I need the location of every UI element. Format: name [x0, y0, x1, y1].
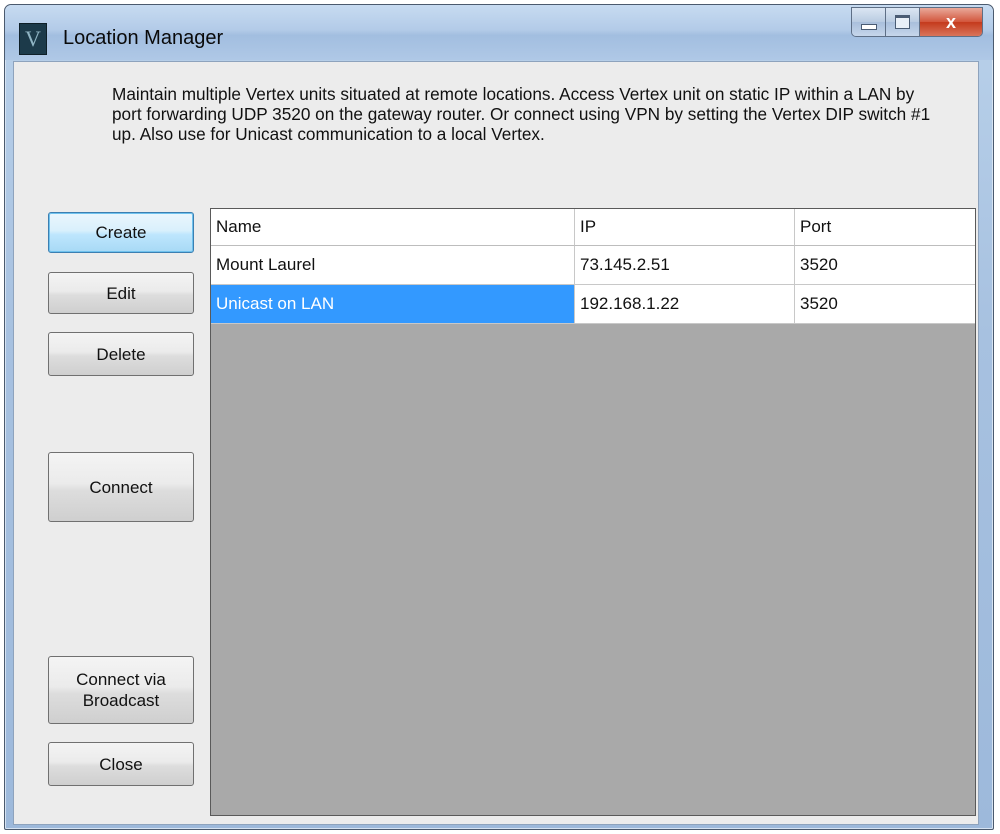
minimize-button[interactable] — [852, 8, 886, 36]
close-window-button[interactable]: x — [920, 8, 982, 36]
minimize-icon — [860, 24, 877, 30]
close-button[interactable]: Close — [48, 742, 194, 786]
table-row[interactable]: Mount Laurel 73.145.2.51 3520 — [211, 246, 975, 285]
column-header-port[interactable]: Port — [795, 209, 975, 246]
cell-name[interactable]: Mount Laurel — [211, 246, 575, 285]
create-button[interactable]: Create — [48, 212, 194, 253]
maximize-button[interactable] — [886, 8, 920, 36]
connect-via-broadcast-line2: Broadcast — [82, 691, 160, 710]
edit-button[interactable]: Edit — [48, 272, 194, 314]
delete-button[interactable]: Delete — [48, 332, 194, 376]
description-text: Maintain multiple Vertex units situated … — [112, 84, 931, 144]
client-area: Maintain multiple Vertex units situated … — [13, 61, 979, 825]
connect-button[interactable]: Connect — [48, 452, 194, 522]
title-bar[interactable]: V Location Manager x — [5, 5, 993, 60]
cell-ip[interactable]: 192.168.1.22 — [575, 285, 795, 324]
cell-name[interactable]: Unicast on LAN — [211, 285, 575, 324]
location-manager-window: V Location Manager x Maintain multiple V… — [4, 4, 994, 830]
app-icon: V — [19, 23, 47, 55]
locations-grid[interactable]: Name IP Port Mount Laurel 73.145.2.51 35… — [210, 208, 976, 816]
connect-via-broadcast-line1: Connect via — [76, 670, 166, 689]
cell-port[interactable]: 3520 — [795, 246, 975, 285]
column-header-ip[interactable]: IP — [575, 209, 795, 246]
maximize-icon — [895, 15, 910, 29]
grid-header-row: Name IP Port — [211, 209, 975, 246]
table-row-selected[interactable]: Unicast on LAN 192.168.1.22 3520 — [211, 285, 975, 324]
caption-buttons: x — [851, 7, 983, 37]
cell-port[interactable]: 3520 — [795, 285, 975, 324]
window-title: Location Manager — [63, 27, 224, 49]
column-header-name[interactable]: Name — [211, 209, 575, 246]
close-icon: x — [945, 11, 956, 32]
cell-ip[interactable]: 73.145.2.51 — [575, 246, 795, 285]
connect-via-broadcast-button[interactable]: Connect via Broadcast — [48, 656, 194, 724]
